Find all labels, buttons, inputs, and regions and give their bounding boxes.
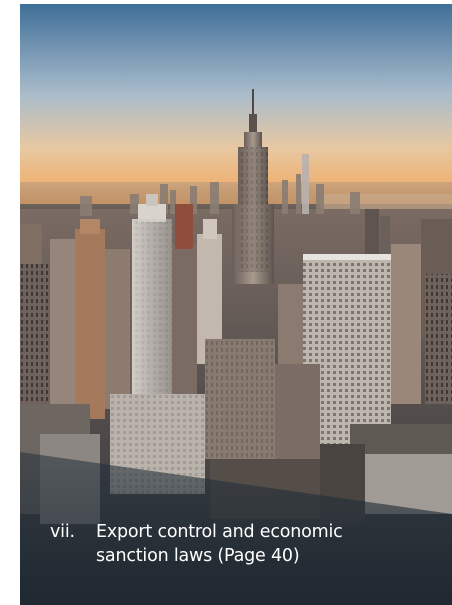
- city-skyline-photo: [20, 4, 452, 605]
- caption-numeral: vii.: [50, 522, 75, 542]
- white-tower: [132, 194, 172, 394]
- skyline-card: vii. Export control and economic sanctio…: [20, 4, 452, 605]
- caption-line-1: Export control and economic: [96, 522, 343, 542]
- caption-line-2: sanction laws (Page 40): [96, 546, 300, 566]
